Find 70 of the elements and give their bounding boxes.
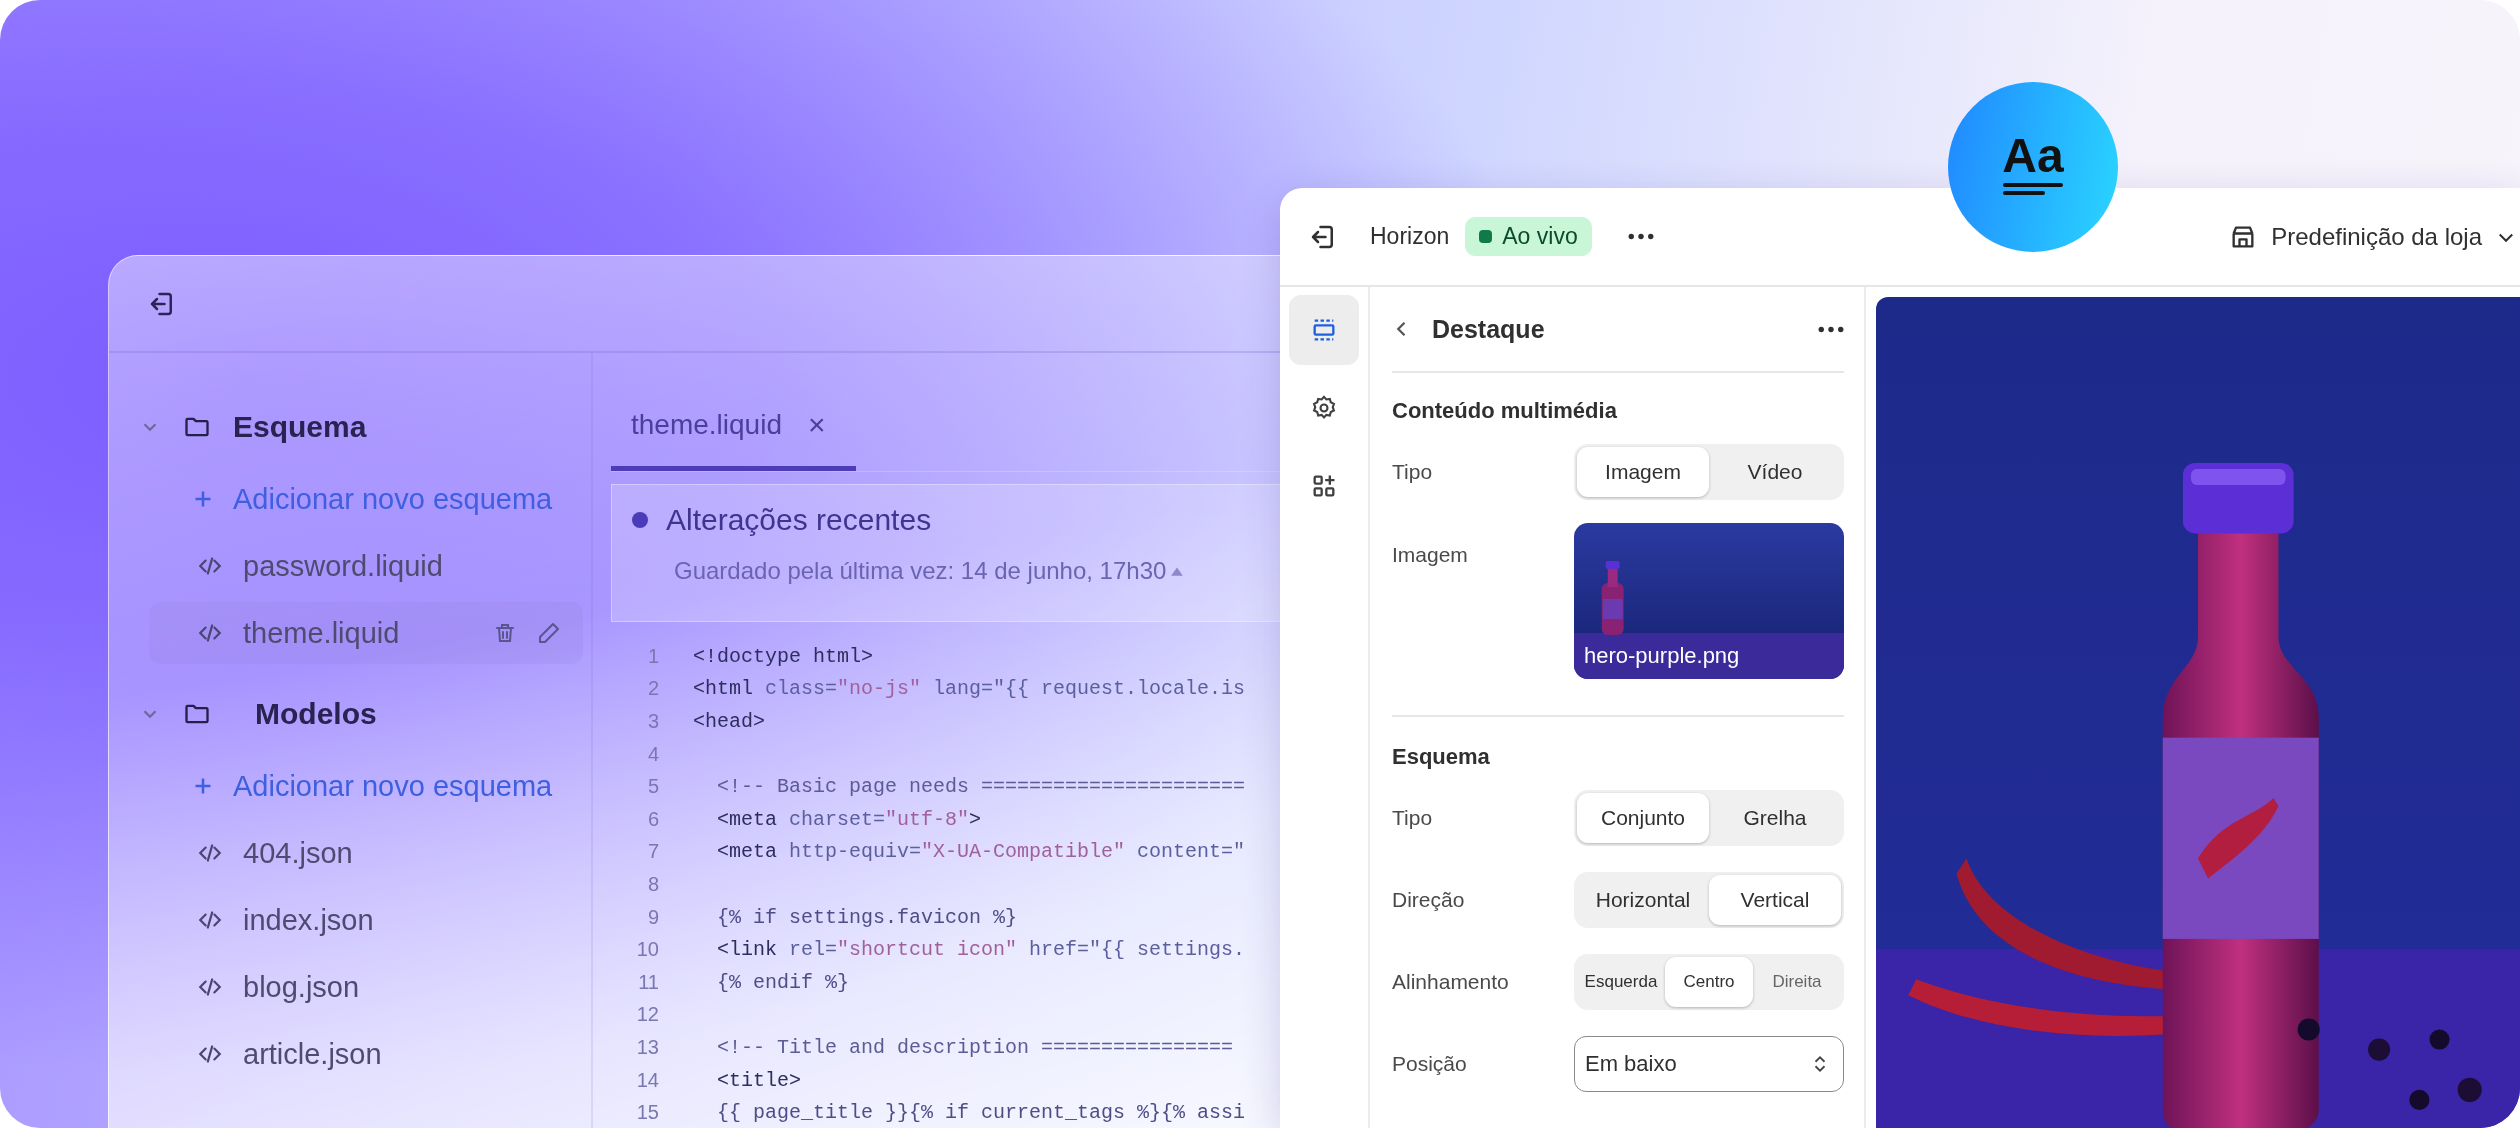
file-name: hero-purple.png — [1584, 643, 1740, 669]
line-number: 15 — [635, 1101, 660, 1125]
folder-name[interactable]: Esquema — [233, 410, 367, 444]
theme-name: Horizon — [1370, 223, 1450, 250]
line-number: 5 — [646, 775, 660, 799]
segment-option[interactable]: Direita — [1753, 957, 1841, 1007]
line-number: 6 — [646, 807, 660, 831]
code-line: <!doctype html> — [693, 644, 874, 668]
file-tab[interactable]: theme.liquid × — [611, 408, 856, 471]
sections-tab[interactable] — [1289, 295, 1359, 365]
line-number: 12 — [635, 1003, 660, 1027]
status-dot — [632, 512, 648, 528]
section-heading: Esquema — [1392, 743, 1491, 771]
code-line: <!-- Title and description ================ — [716, 1035, 1234, 1059]
trash-icon[interactable] — [493, 621, 517, 645]
field-label: Tipo — [1392, 460, 1433, 484]
line-number: 4 — [646, 742, 660, 766]
field-label: Alinhamento — [1392, 970, 1509, 994]
line-number: 10 — [635, 938, 660, 962]
line-number: 3 — [646, 710, 660, 733]
code-line: <html class="no-js" lang="{{ request.locale.is — [693, 677, 1246, 701]
line-number: 7 — [646, 840, 660, 864]
field-label: Direção — [1392, 888, 1465, 912]
font-badge: Aa — [1948, 82, 2118, 252]
line-number: 2 — [646, 677, 660, 701]
segment-option[interactable]: Conjunto — [1577, 793, 1709, 843]
code-line: {% endif %} — [716, 970, 850, 994]
code-line: <meta charset="utf-8"> — [716, 807, 982, 831]
plus-icon — [193, 489, 213, 509]
code-line: <meta http-equiv="X-UA-Compatible" content=" — [716, 840, 1246, 864]
code-line: <link rel="shortcut icon" href="{{ settings. — [716, 938, 1246, 962]
last-saved-text: Guardado pela última vez: 14 de junho, 17h30 — [674, 557, 1167, 585]
close-tab-button[interactable]: × — [808, 408, 826, 442]
segment-option[interactable]: Esquerda — [1577, 957, 1665, 1007]
file-item[interactable]: password.liquid — [149, 535, 583, 597]
code-line: <head> — [693, 710, 765, 733]
segment-option[interactable]: Imagem — [1577, 447, 1709, 497]
section-heading: Conteúdo multimédia — [1392, 397, 1618, 425]
code-line: {{ page_title }}{% if current_tags %}{% assi — [716, 1101, 1246, 1125]
segment-option[interactable]: Centro — [1665, 957, 1753, 1007]
panel-title: Destaque — [1432, 314, 1545, 344]
segment-option[interactable]: Grelha — [1709, 793, 1841, 843]
recent-changes-title: Alterações recentes — [666, 503, 932, 537]
line-number: 11 — [637, 970, 660, 994]
store-preset-dropdown[interactable]: Predefinição da loja — [2229, 222, 2516, 251]
line-number: 9 — [646, 905, 660, 929]
code-line: {% if settings.favicon %} — [716, 905, 1018, 929]
code-line: <!-- Basic page needs ====================== — [716, 775, 1246, 799]
field-label: Posição — [1392, 1052, 1467, 1076]
file-item[interactable]: index.json — [149, 889, 583, 951]
line-number: 1 — [646, 644, 660, 668]
folder-name[interactable]: Modelos — [255, 697, 377, 731]
file-item[interactable]: blog.json — [149, 956, 583, 1018]
pencil-icon[interactable] — [537, 621, 561, 645]
line-number: 8 — [646, 872, 660, 896]
line-number: 14 — [635, 1068, 660, 1092]
more-icon[interactable] — [1818, 324, 1844, 334]
plus-icon — [193, 776, 213, 796]
status-badge: Ao vivo — [1465, 217, 1592, 256]
file-item[interactable]: article.json — [149, 1023, 583, 1085]
field-label: Tipo — [1392, 806, 1433, 830]
code-line: <title> — [716, 1068, 802, 1092]
segment-option[interactable]: Vertical — [1709, 875, 1841, 925]
line-number: 13 — [635, 1035, 660, 1059]
field-label: Imagem — [1392, 542, 1468, 567]
more-icon[interactable] — [1627, 232, 1654, 241]
file-item[interactable]: 404.json — [149, 822, 583, 884]
segment-option[interactable]: Horizontal — [1577, 875, 1709, 925]
segment-option[interactable]: Vídeo — [1709, 447, 1841, 497]
position-select[interactable]: Em baixo — [1574, 1036, 1844, 1092]
